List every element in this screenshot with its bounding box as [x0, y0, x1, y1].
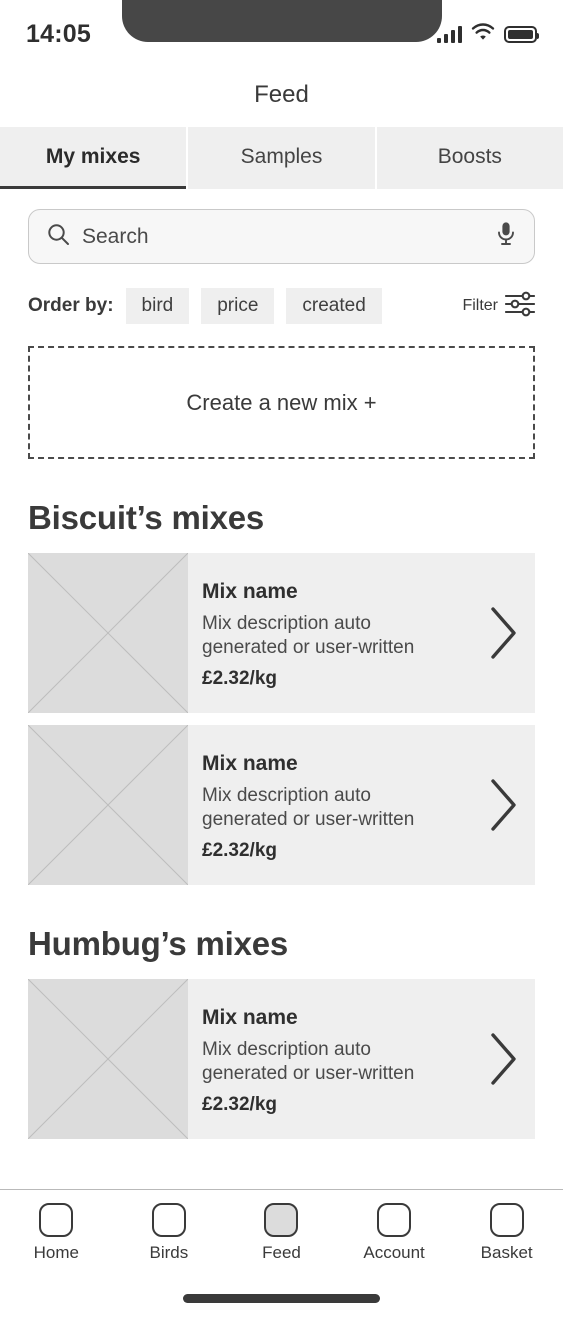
- mix-card[interactable]: Mix name Mix description auto generated …: [28, 979, 535, 1139]
- mix-price: £2.32/kg: [202, 668, 277, 690]
- image-placeholder: [28, 725, 188, 885]
- battery-full-icon: [504, 25, 539, 43]
- chevron-right-icon[interactable]: [471, 553, 535, 713]
- mix-card-body: Mix name Mix description auto generated …: [188, 553, 471, 713]
- tab-boosts[interactable]: Boosts: [376, 127, 563, 189]
- account-icon: [377, 1203, 412, 1237]
- order-by-label: Order by:: [28, 295, 114, 316]
- home-indicator[interactable]: [183, 1293, 380, 1303]
- image-placeholder: [28, 979, 188, 1139]
- tab-my-mixes-label: My mixes: [45, 144, 141, 168]
- search-input[interactable]: Search: [82, 225, 484, 249]
- mix-price: £2.32/kg: [202, 840, 277, 862]
- basket-icon: [489, 1203, 524, 1237]
- filter-label: Filter: [462, 297, 498, 314]
- wifi-icon: [471, 22, 495, 46]
- feed-content: Search Order by: bird price created Filt…: [0, 189, 563, 1189]
- nav-item-birds[interactable]: Birds: [113, 1203, 226, 1263]
- mix-name: Mix name: [202, 1005, 298, 1029]
- create-new-mix-button[interactable]: Create a new mix +: [28, 346, 535, 459]
- phone-screen: 14:05 Feed My mixes Samples Boosts Searc…: [0, 0, 563, 1319]
- mix-card[interactable]: Mix name Mix description auto generated …: [28, 553, 535, 713]
- nav-item-home[interactable]: Home: [0, 1203, 113, 1263]
- filter-button[interactable]: Filter: [462, 291, 536, 322]
- section-title-biscuit: Biscuit’s mixes: [28, 499, 265, 536]
- status-time: 14:05: [26, 19, 91, 48]
- status-bar: 14:05: [0, 0, 563, 62]
- search-bar[interactable]: Search: [28, 209, 535, 264]
- create-new-mix-label: Create a new mix +: [186, 389, 377, 415]
- section-title-humbug: Humbug’s mixes: [28, 925, 289, 962]
- dynamic-island: [121, 0, 442, 42]
- order-chip-bird[interactable]: bird: [125, 288, 190, 324]
- mix-card[interactable]: Mix name Mix description auto generated …: [28, 725, 535, 885]
- nav-item-basket[interactable]: Basket: [450, 1203, 563, 1263]
- mix-description: Mix description auto generated or user-w…: [202, 1038, 415, 1084]
- tab-samples-label: Samples: [240, 144, 323, 168]
- cellular-signal-icon: [436, 25, 462, 43]
- nav-item-feed[interactable]: Feed: [225, 1203, 338, 1263]
- bottom-navigation: Home Birds Feed Account Basket: [0, 1189, 563, 1277]
- mix-description: Mix description auto generated or user-w…: [202, 784, 415, 830]
- mix-description: Mix description auto generated or user-w…: [202, 612, 415, 658]
- order-by-row: Order by: bird price created Filter: [28, 288, 536, 324]
- tab-my-mixes[interactable]: My mixes: [0, 127, 187, 189]
- birds-icon: [151, 1203, 186, 1237]
- nav-label-birds: Birds: [149, 1243, 189, 1262]
- mix-card-body: Mix name Mix description auto generated …: [188, 725, 471, 885]
- mix-name: Mix name: [202, 579, 298, 603]
- chevron-right-icon[interactable]: [471, 979, 535, 1139]
- order-chip-created[interactable]: created: [286, 288, 382, 324]
- page-title: Feed: [254, 80, 309, 108]
- feed-icon: [264, 1203, 299, 1237]
- home-icon: [39, 1203, 74, 1237]
- sliders-icon: [504, 291, 536, 322]
- nav-label-basket: Basket: [480, 1243, 533, 1262]
- nav-item-account[interactable]: Account: [338, 1203, 451, 1263]
- microphone-icon[interactable]: [496, 221, 516, 252]
- home-indicator-area: [0, 1277, 563, 1319]
- order-chip-price[interactable]: price: [201, 288, 275, 324]
- tab-boosts-label: Boosts: [437, 144, 502, 168]
- tab-samples[interactable]: Samples: [188, 127, 375, 189]
- mix-card-body: Mix name Mix description auto generated …: [188, 979, 471, 1139]
- app-header: Feed: [0, 62, 563, 127]
- mix-name: Mix name: [202, 751, 298, 775]
- search-icon: [47, 223, 70, 251]
- tab-bar: My mixes Samples Boosts: [0, 127, 563, 189]
- nav-label-feed: Feed: [262, 1243, 301, 1262]
- mix-price: £2.32/kg: [202, 1094, 277, 1116]
- image-placeholder: [28, 553, 188, 713]
- status-icons: [436, 22, 539, 46]
- nav-label-home: Home: [33, 1243, 79, 1262]
- search-section: Search: [28, 189, 535, 264]
- chevron-right-icon[interactable]: [471, 725, 535, 885]
- nav-label-account: Account: [363, 1243, 425, 1262]
